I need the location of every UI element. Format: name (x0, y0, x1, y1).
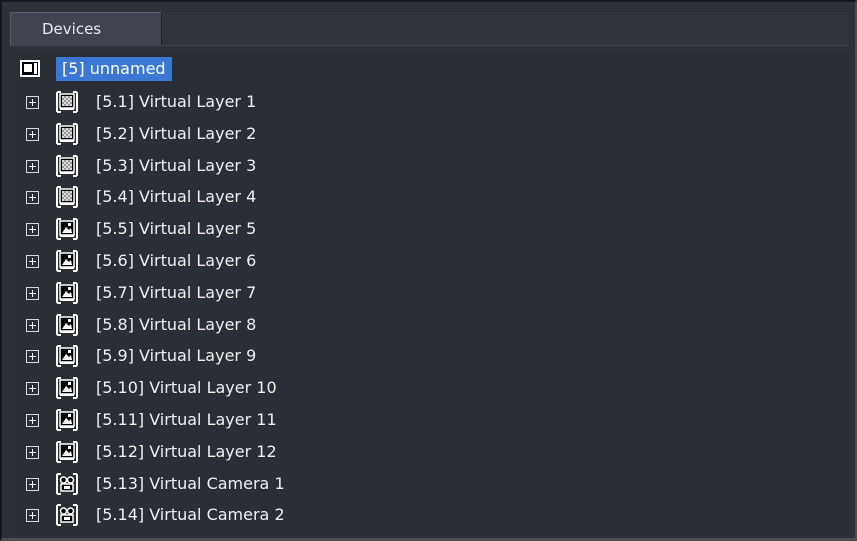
tree-item-label[interactable]: [5.2] Virtual Layer 2 (96, 123, 256, 145)
layer-pattern-icon (56, 186, 78, 209)
expand-icon[interactable] (26, 350, 39, 364)
tree-item-label[interactable]: [5.6] Virtual Layer 6 (96, 250, 256, 272)
tree-item-label[interactable]: [5.7] Virtual Layer 7 (96, 282, 256, 304)
expand-icon[interactable] (26, 318, 39, 332)
layer-image-icon (56, 409, 78, 431)
computer-icon (20, 60, 40, 77)
layer-image-icon (56, 345, 78, 368)
expand-icon[interactable] (26, 96, 39, 109)
tree-item[interactable]: [5.14] Virtual Camera 2 (16, 500, 849, 531)
tree-item-label[interactable]: [5.12] Virtual Layer 12 (96, 441, 277, 463)
tree-item-label[interactable]: [5.8] Virtual Layer 8 (96, 314, 256, 336)
expand-icon[interactable] (26, 445, 39, 459)
layer-pattern-icon (56, 122, 78, 145)
layer-pattern-icon (56, 154, 78, 177)
tree-item-label[interactable]: [5.10] Virtual Layer 10 (96, 377, 277, 399)
tree-item[interactable]: [5.2] Virtual Layer 2 (16, 119, 849, 150)
tree-item[interactable]: [5.7] Virtual Layer 7 (16, 278, 849, 309)
tree-item[interactable]: [5.3] Virtual Layer 3 (16, 151, 849, 182)
layer-image-icon (56, 218, 78, 241)
expand-icon[interactable] (26, 414, 39, 427)
tree-item[interactable]: [5.10] Virtual Layer 10 (16, 373, 849, 404)
tree-item-label[interactable]: [5.3] Virtual Layer 3 (96, 155, 256, 177)
tree-item[interactable]: [5.9] Virtual Layer 9 (16, 341, 849, 372)
tree-item[interactable]: [5.12] Virtual Layer 12 (16, 437, 849, 468)
tree-item[interactable]: [5.13] Virtual Camera 1 (16, 469, 849, 500)
expand-icon[interactable] (26, 191, 39, 205)
camera-icon (56, 504, 78, 527)
tab-devices[interactable]: Devices (10, 12, 162, 46)
tree-item[interactable]: [5.1] Virtual Layer 1 (16, 87, 849, 118)
tree-item[interactable]: [5.6] Virtual Layer 6 (16, 246, 849, 277)
expand-icon[interactable] (26, 509, 39, 523)
tree-item[interactable]: [5.8] Virtual Layer 8 (16, 310, 849, 341)
layer-image-icon (56, 313, 78, 336)
tree-item-label[interactable]: [5.5] Virtual Layer 5 (96, 218, 256, 240)
device-tree: [5] unnamed [5.1] Virtual Layer 1 [5.2] V… (16, 54, 849, 538)
tree-item[interactable]: [5.11] Virtual Layer 11 (16, 405, 849, 436)
tree-item-label[interactable]: [5.14] Virtual Camera 2 (96, 504, 285, 526)
expand-icon[interactable] (26, 382, 39, 396)
expand-icon[interactable] (26, 255, 39, 268)
tab-strip: Devices (10, 12, 849, 46)
layer-image-icon (56, 250, 78, 272)
expand-icon[interactable] (26, 477, 39, 491)
tree-item-label[interactable]: [5.13] Virtual Camera 1 (96, 473, 285, 495)
tree-item-label[interactable]: [5.9] Virtual Layer 9 (96, 345, 256, 367)
tree-item[interactable]: [5.5] Virtual Layer 5 (16, 214, 849, 245)
tree-root-label[interactable]: [5] unnamed (56, 57, 172, 81)
tree-root[interactable]: [5] unnamed (16, 54, 849, 85)
expand-icon[interactable] (26, 159, 39, 173)
camera-icon (56, 472, 78, 495)
expand-icon[interactable] (26, 223, 39, 237)
tree-item-label[interactable]: [5.4] Virtual Layer 4 (96, 186, 256, 208)
layer-image-icon (56, 377, 78, 400)
tree-item[interactable]: [5.4] Virtual Layer 4 (16, 182, 849, 213)
layer-image-icon (56, 281, 78, 304)
devices-panel: Devices [5] unnamed [5.1] Virtual Layer … (0, 0, 857, 541)
layer-pattern-icon (56, 91, 78, 113)
tree-item-label[interactable]: [5.11] Virtual Layer 11 (96, 409, 277, 431)
layer-image-icon (56, 440, 78, 463)
expand-icon[interactable] (26, 286, 39, 300)
expand-icon[interactable] (26, 127, 39, 141)
tree-item-label[interactable]: [5.1] Virtual Layer 1 (96, 91, 256, 113)
